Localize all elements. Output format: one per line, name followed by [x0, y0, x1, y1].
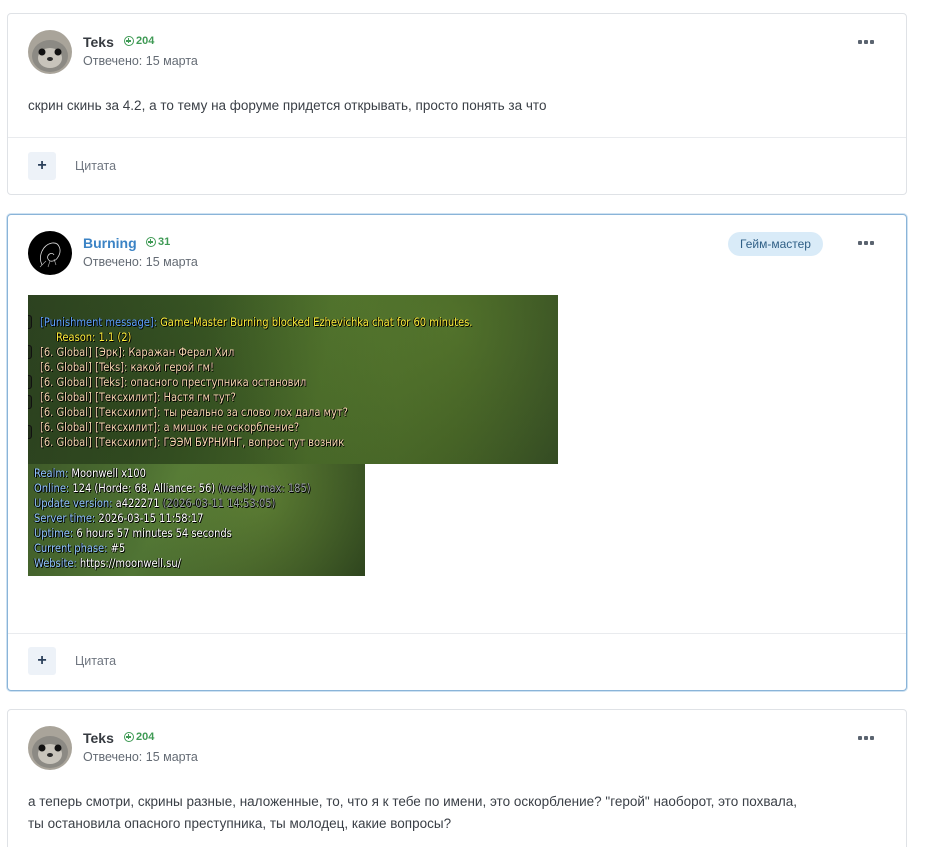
- more-options-icon[interactable]: [858, 241, 874, 245]
- post-1: Teks 204 Отвечено: 15 марта скрин скинь …: [7, 13, 907, 195]
- screenshot-image[interactable]: [Punishment message]: Game-Master Burnin…: [28, 295, 558, 576]
- chat-line: [6. Global] [Teks]: опасного преступника…: [40, 375, 307, 389]
- post-date[interactable]: Отвечено: 15 марта: [83, 54, 198, 68]
- divider: [8, 137, 906, 138]
- post-3: Teks 204 Отвечено: 15 марта а теперь смо…: [7, 709, 907, 847]
- more-options-icon[interactable]: [858, 736, 874, 740]
- quote-button[interactable]: Цитата: [75, 159, 116, 173]
- info-uptime: Uptime: 6 hours 57 minutes 54 seconds: [34, 526, 232, 540]
- quote-button[interactable]: Цитата: [75, 654, 116, 668]
- chat-line: [6. Global] [Тексхилит]: ГЭЭМ БУРНИНГ, в…: [40, 435, 345, 449]
- reputation-badge: 204: [124, 35, 154, 47]
- group-badge: Гейм-мастер: [728, 232, 823, 256]
- author-avatar[interactable]: [28, 231, 72, 275]
- reason-line: Reason: 1.1 (2): [56, 330, 132, 344]
- multiquote-add-button[interactable]: +: [28, 152, 56, 180]
- server-info-panel: Realm: Moonwell x100 Online: 124 (Horde:…: [28, 464, 365, 576]
- chat-line: [6. Global] [Тексхилит]: а мишок не оско…: [40, 420, 300, 434]
- reputation-badge: 204: [124, 731, 154, 743]
- post-content-line: ты остановила опасного преступника, ты м…: [28, 816, 452, 831]
- reputation-badge: 31: [146, 236, 170, 248]
- author-name[interactable]: Teks: [83, 730, 114, 746]
- plus-circle-icon: [124, 36, 134, 46]
- punishment-line: [Punishment message]: Game-Master Burnin…: [40, 315, 473, 329]
- more-options-icon[interactable]: [858, 40, 874, 44]
- reputation-count: 204: [136, 35, 155, 47]
- divider: [8, 633, 906, 634]
- info-phase: Current phase: #5: [34, 541, 126, 555]
- author-avatar[interactable]: [28, 726, 72, 770]
- info-version: Update version: a422271 (2026-03-11 14:5…: [34, 496, 276, 510]
- reputation-count: 204: [136, 731, 155, 743]
- post-2: Burning 31 Отвечено: 15 марта Гейм-масте…: [7, 214, 907, 691]
- chat-line: [6. Global] [Эрк]: Каражан Ферал Хил: [40, 345, 235, 359]
- info-server-time: Server time: 2026-03-15 11:58:17: [34, 511, 204, 525]
- author-name[interactable]: Burning: [83, 235, 137, 251]
- info-realm: Realm: Moonwell x100: [34, 466, 146, 480]
- chat-line: [6. Global] [Тексхилит]: ты реально за с…: [40, 405, 348, 419]
- plus-circle-icon: [124, 732, 134, 742]
- multiquote-add-button[interactable]: +: [28, 647, 56, 675]
- post-content-line: а теперь смотри, скрины разные, наложенн…: [28, 794, 798, 809]
- post-date[interactable]: Отвечено: 15 марта: [83, 750, 198, 764]
- info-website: Website: https://moonwell.su/: [34, 556, 181, 570]
- post-content: скрин скинь за 4.2, а то тему на форуме …: [28, 98, 547, 113]
- info-online: Online: 124 (Horde: 68, Alliance: 56) (w…: [34, 481, 311, 495]
- reputation-count: 31: [158, 236, 171, 248]
- plus-circle-icon: [146, 237, 156, 247]
- author-name[interactable]: Teks: [83, 34, 114, 50]
- chat-line: [6. Global] [Teks]: какой герой гм!: [40, 360, 214, 374]
- author-avatar[interactable]: [28, 30, 72, 74]
- post-date[interactable]: Отвечено: 15 марта: [83, 255, 198, 269]
- game-chat-panel: [Punishment message]: Game-Master Burnin…: [28, 295, 558, 464]
- chat-line: [6. Global] [Тексхилит]: Настя гм тут?: [40, 390, 236, 404]
